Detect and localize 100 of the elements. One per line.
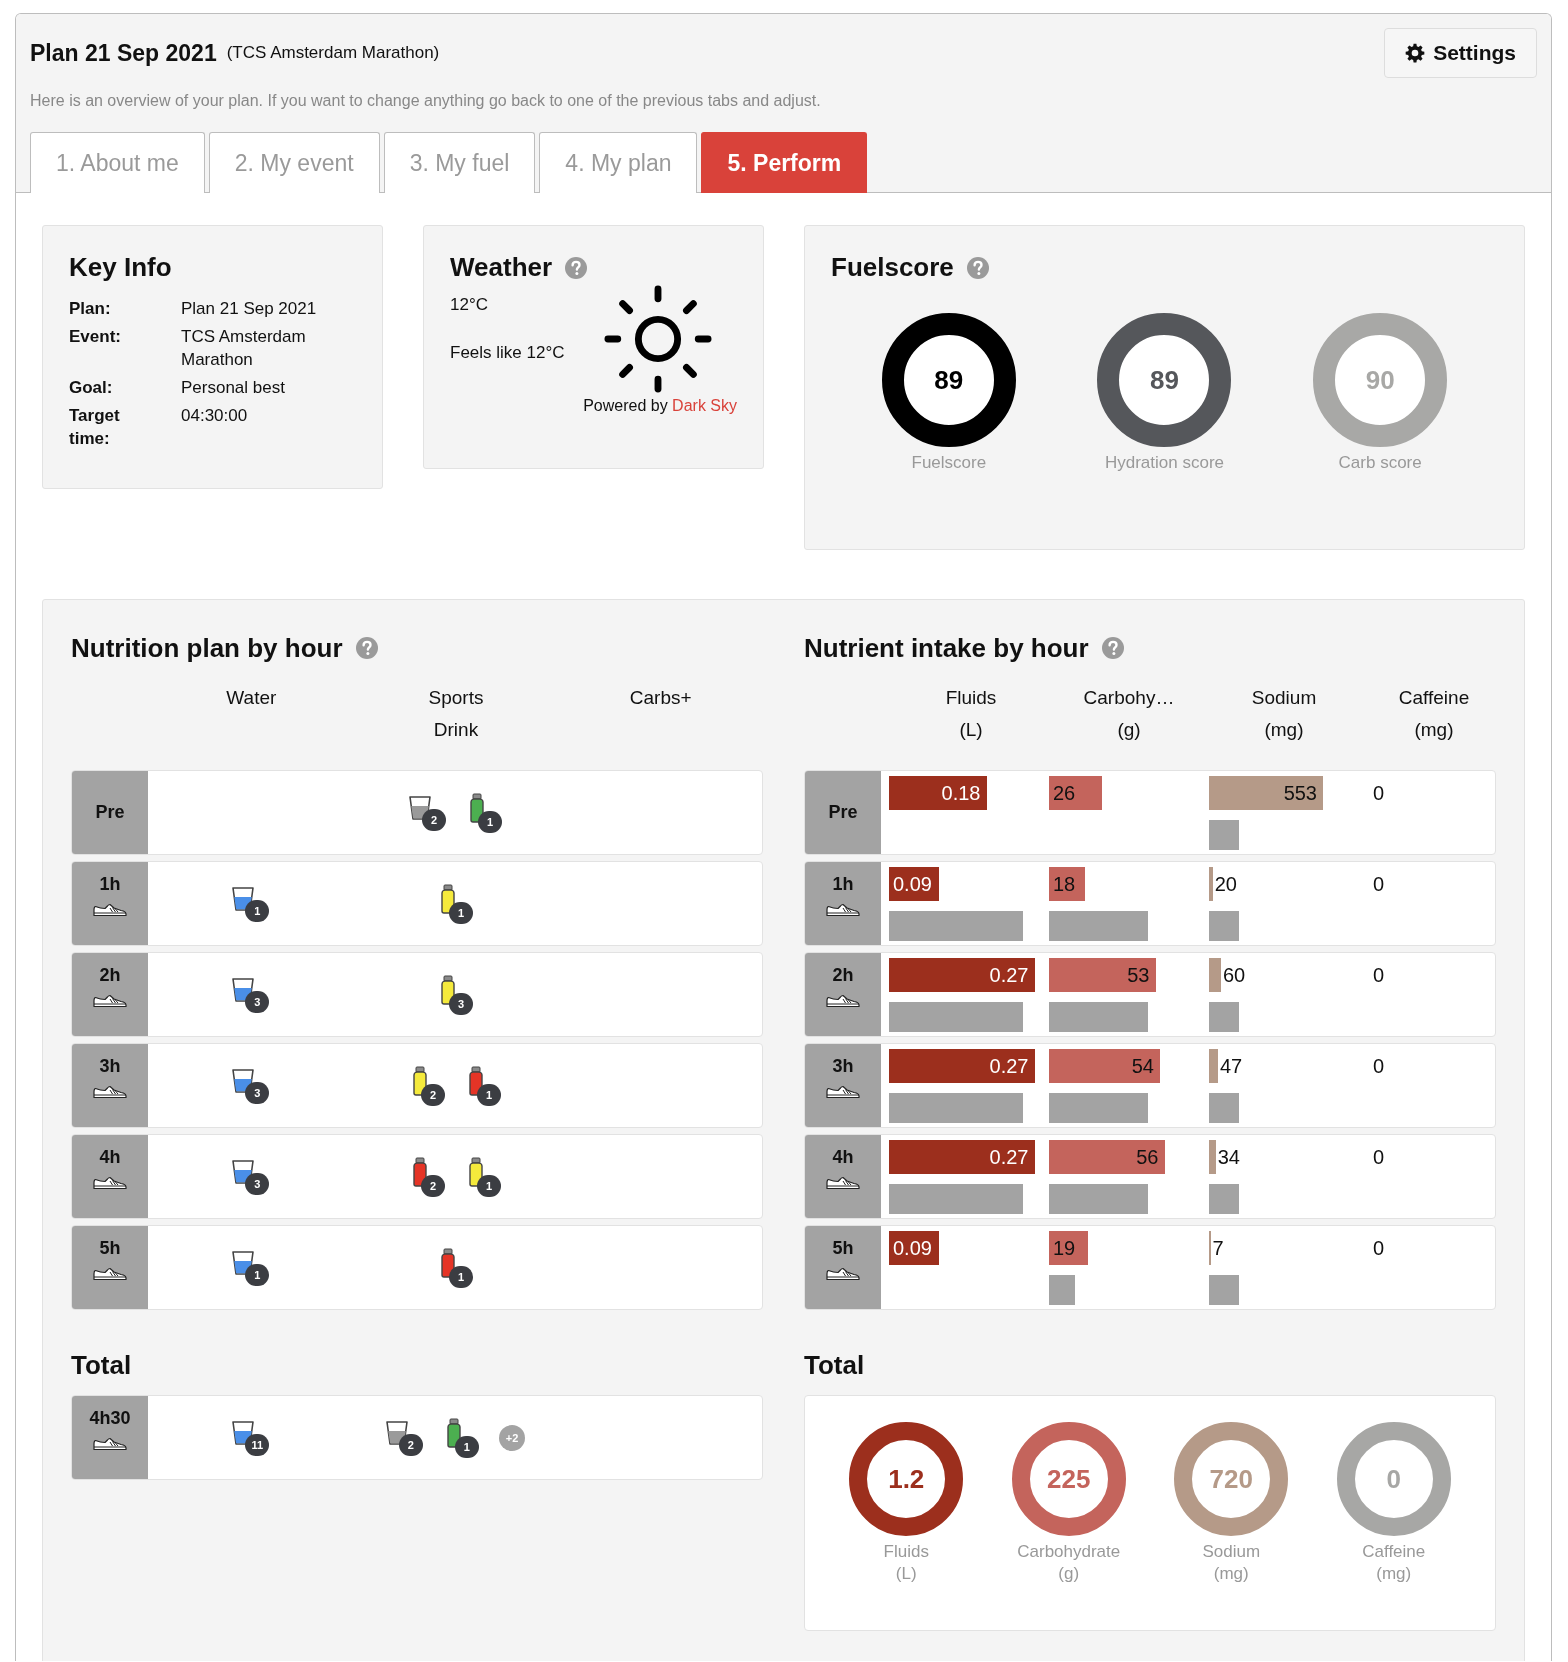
section-title: Total xyxy=(804,1350,866,1381)
dark-sky-link[interactable]: Dark Sky xyxy=(672,397,737,414)
hour-label: 1h xyxy=(99,874,121,895)
count-badge: 3 xyxy=(245,990,270,1013)
count-badge: 1 xyxy=(245,1263,270,1286)
caffeine-value: 0 xyxy=(1372,1145,1386,1170)
intake-bar: 0.18 xyxy=(889,776,987,810)
intake-bar: 54 xyxy=(1049,1049,1160,1083)
score-label: Carb score xyxy=(1338,453,1422,473)
total-label: Sodium xyxy=(1202,1542,1261,1562)
event-name: (TCS Amsterdam Marathon) xyxy=(226,43,440,63)
shoe-icon xyxy=(826,1176,860,1190)
settings-button[interactable]: Settings xyxy=(1384,28,1537,78)
shoe-icon xyxy=(826,1267,860,1281)
intake-bar: 53 xyxy=(1049,958,1156,992)
shoe-icon xyxy=(93,1437,127,1451)
score-label: Fuelscore xyxy=(911,453,987,473)
hour-label: 5h xyxy=(832,1238,854,1259)
count-badge: 2 xyxy=(422,808,446,831)
info-label: Event: xyxy=(69,326,122,348)
score-ring: 89 xyxy=(1097,313,1232,447)
hour-label: 4h xyxy=(832,1147,854,1168)
caffeine-value: 0 xyxy=(1372,963,1386,988)
card-title: Fuelscore xyxy=(831,252,954,283)
intake-value: 7 xyxy=(1212,1236,1224,1260)
sun-icon xyxy=(604,285,712,393)
intake-value: 60 xyxy=(1223,963,1246,987)
hour-label: 2h xyxy=(99,965,121,986)
shoe-icon xyxy=(93,903,127,917)
info-label: Plan: xyxy=(69,298,112,320)
help-icon[interactable] xyxy=(1100,636,1125,660)
intake-bar: 0.27 xyxy=(889,1049,1035,1083)
more-badge[interactable]: +2 xyxy=(498,1424,526,1451)
tab[interactable]: 4. My plan xyxy=(539,132,698,193)
hour-label: 1h xyxy=(832,874,854,895)
shoe-icon xyxy=(826,903,860,917)
count-badge: 1 xyxy=(477,1174,501,1197)
tab[interactable]: 5. Perform xyxy=(701,132,868,193)
count-badge: 1 xyxy=(478,810,502,833)
help-icon[interactable] xyxy=(965,255,990,280)
count-badge: 1 xyxy=(477,1083,501,1106)
section-title: Nutrient intake by hour xyxy=(804,632,1089,664)
hour-label: 3h xyxy=(832,1056,854,1077)
count-badge: 2 xyxy=(421,1083,445,1106)
intake-value: 34 xyxy=(1217,1145,1240,1169)
column-header: Caffeine (mg) xyxy=(1397,686,1471,742)
count-badge: 2 xyxy=(398,1433,423,1456)
intake-bar: 0.09 xyxy=(889,1231,939,1265)
total-label: Caffeine xyxy=(1362,1542,1426,1562)
feels-like: Feels like 12°C xyxy=(450,343,565,363)
help-icon[interactable] xyxy=(354,636,379,660)
info-label: Goal: xyxy=(69,377,114,399)
score-ring: 89 xyxy=(881,313,1016,447)
info-value: Plan 21 Sep 2021 xyxy=(181,298,318,320)
card-title: Key Info xyxy=(69,252,173,283)
shoe-icon xyxy=(93,1085,127,1099)
count-badge: 1 xyxy=(449,901,473,924)
column-header: Carbohy… (g) xyxy=(1082,686,1176,742)
column-header: Fluids (L) xyxy=(944,686,998,742)
intake-value: 47 xyxy=(1220,1054,1243,1078)
unit-label: (mg) xyxy=(1213,1564,1249,1584)
caffeine-value: 0 xyxy=(1372,872,1386,897)
total-label: Fluids xyxy=(883,1542,929,1562)
overview-text: Here is an overview of your plan. If you want to change anything go back to one of the previous tabs and adjust. xyxy=(30,92,822,110)
total-ring: 225 xyxy=(1011,1422,1126,1536)
shoe-icon xyxy=(93,1176,127,1190)
intake-value: 20 xyxy=(1214,872,1237,896)
tab[interactable]: 1. About me xyxy=(30,132,205,193)
info-value: TCS Amsterdam Marathon xyxy=(181,326,307,371)
intake-bar: 18 xyxy=(1049,867,1085,901)
intake-bar: 19 xyxy=(1049,1231,1088,1265)
caffeine-value: 0 xyxy=(1372,1054,1386,1079)
shoe-icon xyxy=(93,994,127,1008)
column-header: Carbs+ xyxy=(628,686,693,710)
tab[interactable]: 2. My event xyxy=(208,132,380,193)
caffeine-value: 0 xyxy=(1372,781,1386,806)
total-ring: 0 xyxy=(1336,1422,1451,1536)
count-badge: 3 xyxy=(245,1081,270,1104)
tab[interactable]: 3. My fuel xyxy=(383,132,536,193)
intake-bar: 553 xyxy=(1209,776,1323,810)
hour-label: 2h xyxy=(832,965,854,986)
shoe-icon xyxy=(826,1085,860,1099)
column-header: Sodium (mg) xyxy=(1250,686,1318,742)
help-icon[interactable] xyxy=(564,255,589,280)
count-badge: 3 xyxy=(245,1172,270,1195)
section-title: Total xyxy=(71,1350,133,1381)
hour-label: Pre xyxy=(828,802,858,823)
shoe-icon xyxy=(93,1267,127,1281)
temperature: 12°C xyxy=(450,295,489,315)
count-badge: 1 xyxy=(449,1265,473,1288)
intake-bar: 0.27 xyxy=(889,958,1035,992)
score-ring: 90 xyxy=(1313,313,1448,447)
hour-label: 3h xyxy=(99,1056,121,1077)
total-label: Carbohydrate xyxy=(1017,1542,1121,1562)
plan-title: Plan 21 Sep 2021 xyxy=(30,39,217,67)
total-ring: 1.2 xyxy=(849,1422,964,1536)
total-ring: 720 xyxy=(1174,1422,1289,1536)
card-title: Weather xyxy=(450,252,553,283)
hour-label: 5h xyxy=(99,1238,121,1259)
count-badge: 2 xyxy=(421,1174,445,1197)
